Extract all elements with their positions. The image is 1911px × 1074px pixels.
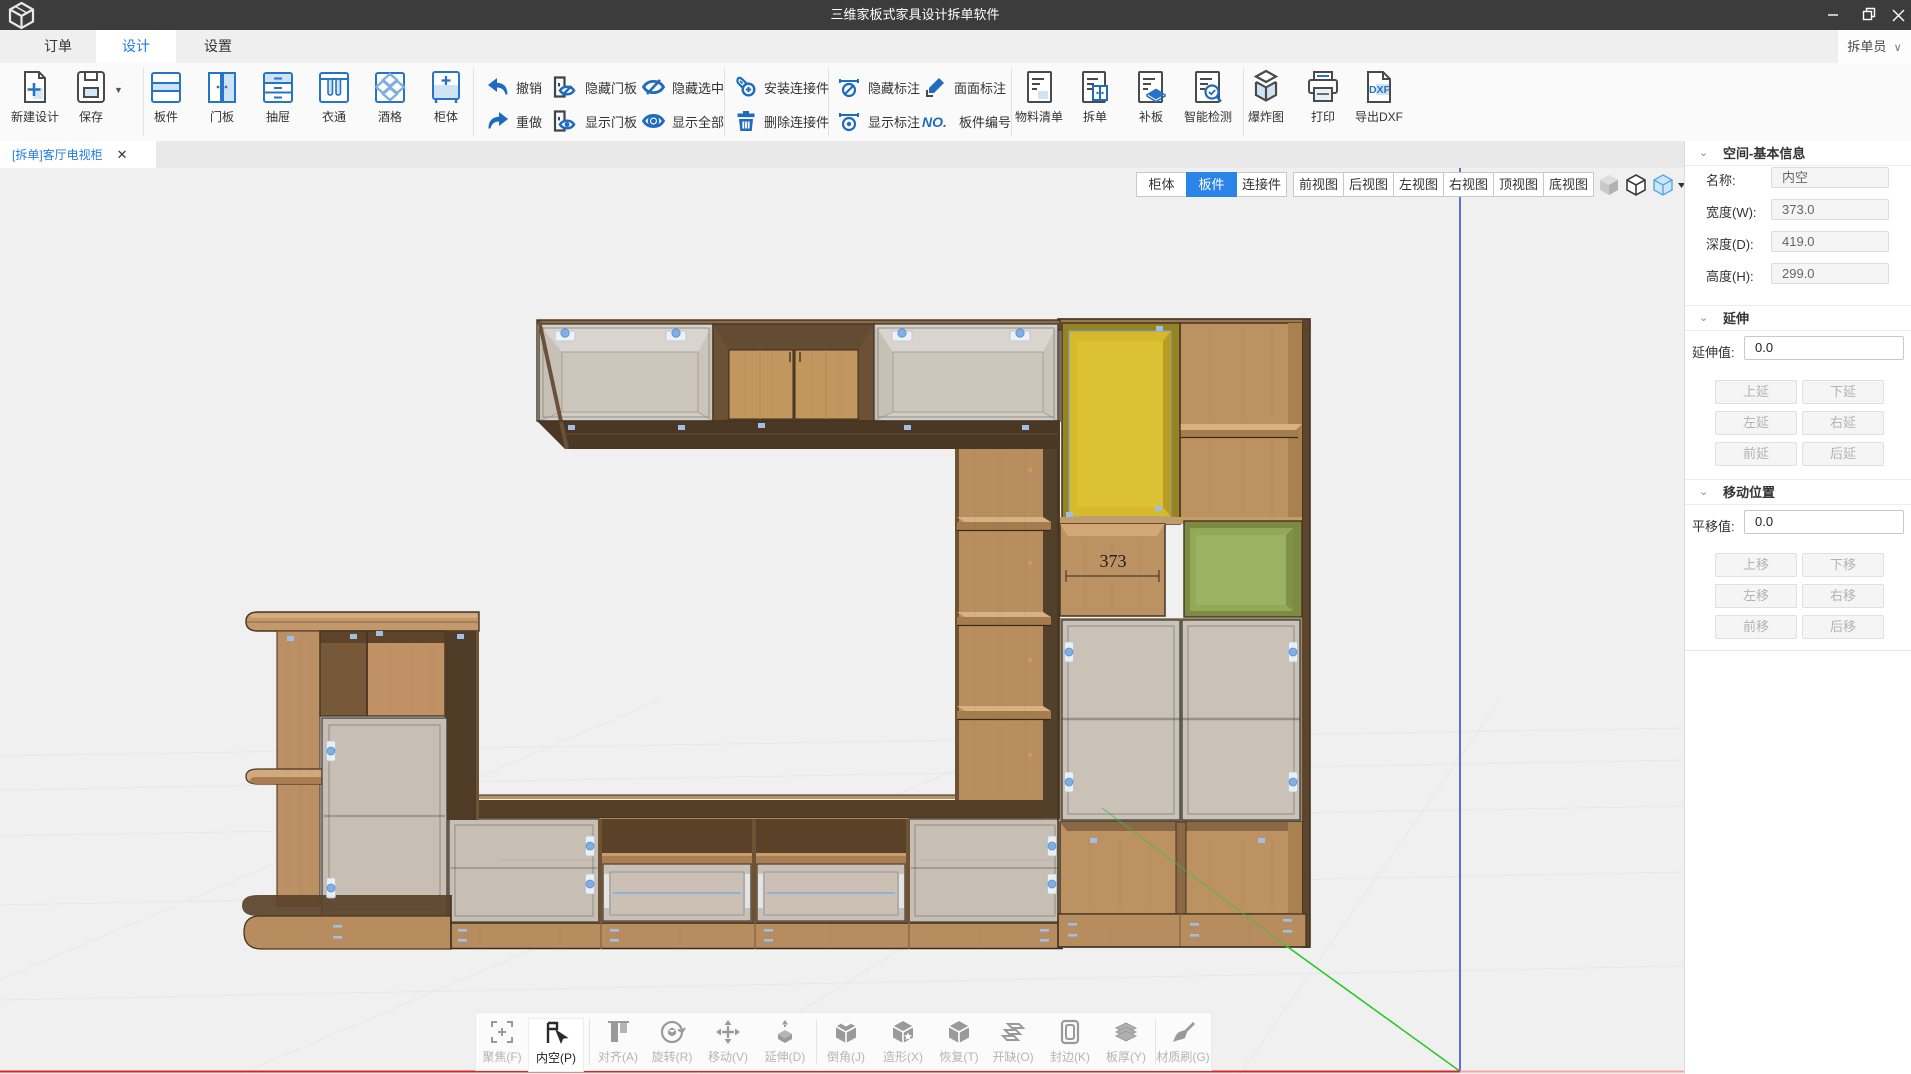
svg-text:NO.: NO. (922, 114, 947, 130)
svg-text:373: 373 (1100, 551, 1127, 571)
svg-text:DXF: DXF (1369, 84, 1391, 96)
